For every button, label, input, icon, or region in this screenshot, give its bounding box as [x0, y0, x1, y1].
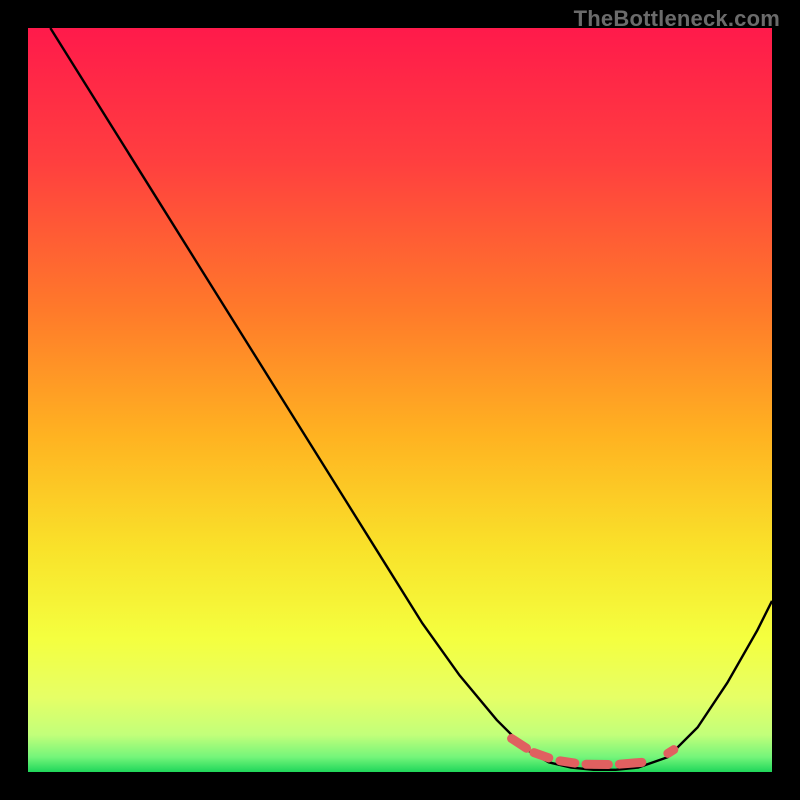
- chart-background: [28, 28, 772, 772]
- marker-segment: [619, 762, 641, 764]
- bottleneck-chart: [28, 28, 772, 772]
- marker-segment: [560, 761, 575, 763]
- marker-segment: [534, 753, 549, 758]
- marker-segment: [668, 750, 674, 754]
